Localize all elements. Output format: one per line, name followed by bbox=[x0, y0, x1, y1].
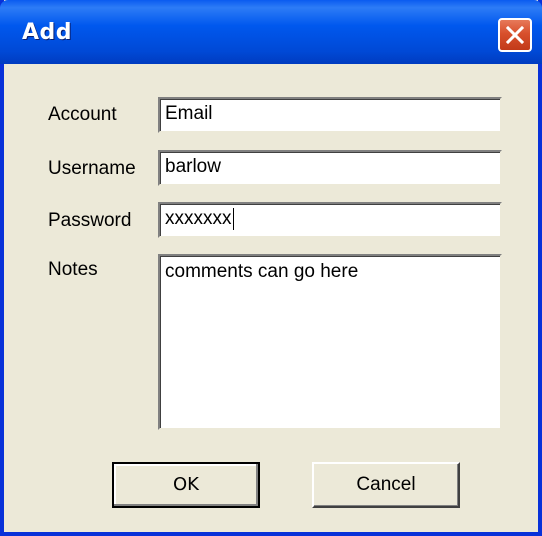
notes-label: Notes bbox=[48, 259, 98, 280]
notes-value: comments can go here bbox=[165, 261, 359, 282]
password-field[interactable]: xxxxxxx bbox=[158, 202, 502, 238]
password-value: xxxxxxx bbox=[165, 208, 232, 229]
close-icon bbox=[506, 26, 524, 44]
username-label: Username bbox=[48, 158, 136, 179]
ok-button-label: OK bbox=[173, 474, 199, 495]
cancel-button[interactable]: Cancel bbox=[312, 462, 460, 508]
close-button[interactable] bbox=[498, 18, 532, 52]
ok-button[interactable]: OK bbox=[112, 462, 260, 508]
account-value: Email bbox=[165, 103, 213, 124]
notes-textarea[interactable]: comments can go here bbox=[158, 254, 502, 430]
title-bar[interactable]: Add bbox=[0, 0, 542, 64]
add-dialog: Add Account Email Username barlow Passwo… bbox=[0, 0, 542, 536]
account-field[interactable]: Email bbox=[158, 97, 502, 133]
username-field[interactable]: barlow bbox=[158, 150, 502, 186]
account-label: Account bbox=[48, 104, 117, 125]
password-label: Password bbox=[48, 210, 132, 231]
text-caret bbox=[232, 207, 234, 230]
username-value: barlow bbox=[165, 156, 221, 177]
cancel-button-label: Cancel bbox=[356, 474, 416, 495]
dialog-title: Add bbox=[22, 20, 73, 45]
